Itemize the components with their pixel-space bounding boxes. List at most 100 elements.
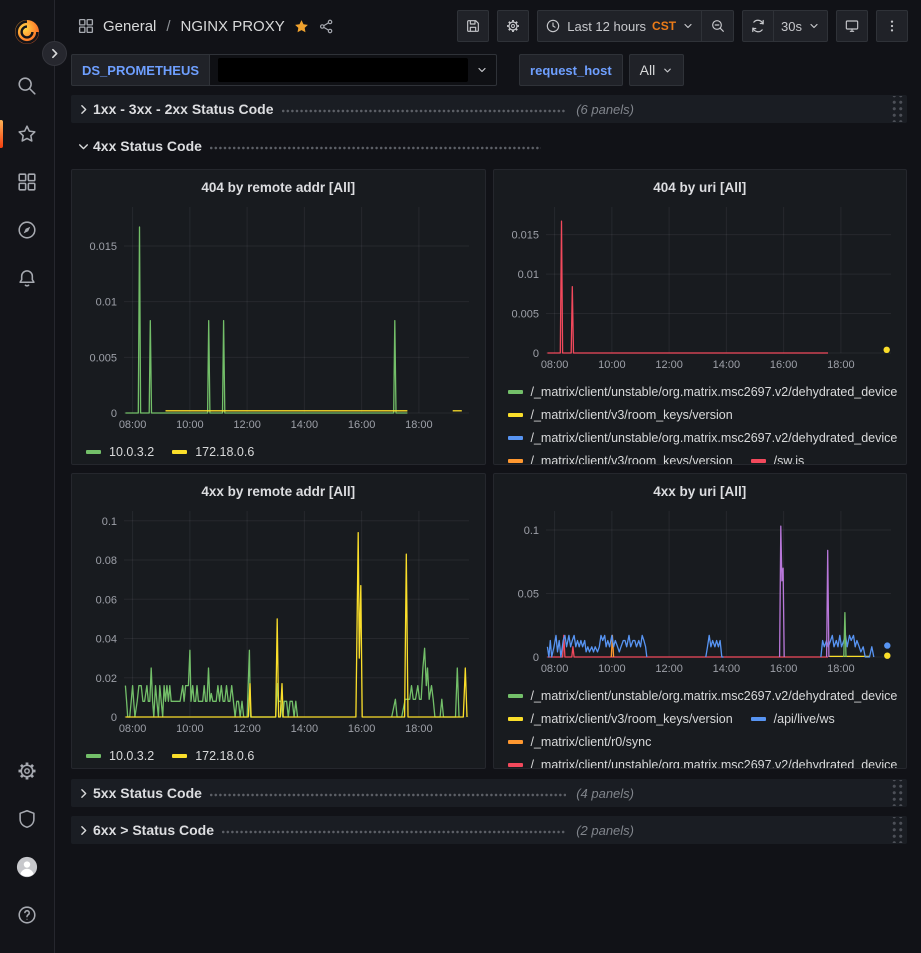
star-filled-icon[interactable]: [293, 18, 310, 35]
legend-item[interactable]: /_matrix/client/v3/room_keys/version: [508, 707, 733, 730]
timeseries-chart[interactable]: 08:0010:0012:0014:0016:0018:0000.020.040…: [80, 503, 477, 739]
legend-item[interactable]: /_matrix/client/r0/sync: [508, 730, 652, 753]
active-section-indicator: [0, 120, 3, 148]
svg-text:10:00: 10:00: [176, 723, 204, 735]
time-range-picker[interactable]: Last 12 hours CST: [537, 10, 702, 42]
svg-text:0.01: 0.01: [517, 269, 538, 281]
legend-item[interactable]: /sw.js: [751, 449, 805, 465]
row-drag-handle[interactable]: [890, 817, 903, 843]
timeseries-chart[interactable]: 08:0010:0012:0014:0016:0018:0000.0050.01…: [502, 199, 899, 375]
breadcrumb-section[interactable]: General: [103, 18, 156, 35]
row-panel-count: (4 panels): [576, 786, 634, 801]
dashboard-settings-button[interactable]: [497, 10, 529, 42]
legend-item[interactable]: /_matrix/client/unstable/org.matrix.msc2…: [508, 380, 898, 403]
panel-title[interactable]: 4xx by uri [All]: [502, 479, 899, 503]
legend-item[interactable]: /_matrix/client/v3/room_keys/version: [508, 403, 733, 426]
legend-swatch: [86, 450, 101, 454]
svg-text:12:00: 12:00: [233, 419, 261, 431]
row-dotted-leader: [210, 141, 541, 155]
datasource-variable-select[interactable]: [210, 54, 497, 86]
row-panel-count: (2 panels): [576, 823, 634, 838]
sidebar-item-explore-compass-icon[interactable]: [7, 210, 47, 250]
chevron-down-icon: [476, 64, 488, 76]
svg-text:0: 0: [111, 712, 117, 724]
row-4xx[interactable]: 4xx Status Code: [71, 132, 907, 160]
svg-text:18:00: 18:00: [405, 419, 433, 431]
search-icon[interactable]: [7, 66, 47, 106]
sidebar: [0, 0, 55, 953]
row-dotted-leader: [222, 825, 566, 839]
svg-text:0.1: 0.1: [523, 525, 538, 537]
grafana-logo[interactable]: [7, 12, 47, 52]
row-dotted-leader: [282, 104, 567, 118]
legend-item[interactable]: /_matrix/client/unstable/org.matrix.msc2…: [508, 684, 898, 707]
refresh-interval-label: 30s: [781, 19, 802, 34]
legend-swatch: [508, 694, 523, 698]
refresh-button[interactable]: [742, 10, 774, 42]
zoom-out-button[interactable]: [702, 10, 734, 42]
legend-item[interactable]: 172.18.0.6: [172, 440, 254, 463]
timeseries-chart[interactable]: 08:0010:0012:0014:0016:0018:0000.0050.01…: [80, 199, 477, 435]
legend-item[interactable]: /_matrix/client/unstable/org.matrix.msc2…: [508, 753, 898, 769]
panel-404-by-uri: 404 by uri [All] 08:0010:0012:0014:0016:…: [493, 169, 908, 465]
svg-text:16:00: 16:00: [348, 723, 376, 735]
svg-text:08:00: 08:00: [119, 723, 147, 735]
kebab-menu-button[interactable]: [876, 10, 908, 42]
svg-text:0.01: 0.01: [96, 297, 117, 309]
tv-mode-button[interactable]: [836, 10, 868, 42]
legend-item[interactable]: 172.18.0.6: [172, 744, 254, 767]
panel-404-by-remote-addr: 404 by remote addr [All] 08:0010:0012:00…: [71, 169, 486, 465]
svg-text:16:00: 16:00: [348, 419, 376, 431]
svg-text:12:00: 12:00: [655, 663, 683, 675]
row-6xx[interactable]: 6xx > Status Code (2 panels): [71, 816, 907, 844]
svg-text:08:00: 08:00: [119, 419, 147, 431]
row-drag-handle[interactable]: [890, 780, 903, 806]
legend-swatch: [508, 390, 523, 394]
chevron-down-icon: [808, 20, 820, 32]
row-title: 1xx - 3xx - 2xx Status Code: [93, 101, 274, 117]
legend-item[interactable]: /_matrix/client/unstable/org.matrix.msc2…: [508, 426, 898, 449]
row-drag-handle[interactable]: [890, 96, 903, 122]
shield-icon[interactable]: [7, 799, 47, 839]
svg-text:12:00: 12:00: [233, 723, 261, 735]
svg-text:16:00: 16:00: [769, 359, 797, 371]
svg-text:16:00: 16:00: [769, 663, 797, 675]
share-icon[interactable]: [318, 18, 335, 35]
host-variable-value: All: [640, 62, 656, 78]
panel-4xx-by-remote-addr: 4xx by remote addr [All] 08:00 10:00 12:00…: [71, 473, 486, 769]
host-variable-select[interactable]: All: [629, 54, 685, 86]
row-1xx-3xx-2xx[interactable]: 1xx - 3xx - 2xx Status Code (6 panels): [71, 95, 907, 123]
timeseries-chart[interactable]: 08:0010:0012:0014:0016:0018:0000.050.1: [502, 503, 899, 679]
chevron-down-icon: [73, 140, 93, 153]
row-title: 5xx Status Code: [93, 785, 202, 801]
row-panel-count: (6 panels): [576, 102, 634, 117]
sidebar-expand-button[interactable]: [42, 41, 67, 66]
panel-title[interactable]: 404 by uri [All]: [502, 175, 899, 199]
svg-text:08:00: 08:00: [540, 663, 568, 675]
svg-text:10:00: 10:00: [598, 359, 626, 371]
svg-text:0: 0: [532, 348, 538, 360]
row-5xx[interactable]: 5xx Status Code (4 panels): [71, 779, 907, 807]
legend-swatch: [172, 754, 187, 758]
gear-icon[interactable]: [7, 751, 47, 791]
svg-text:18:00: 18:00: [405, 723, 433, 735]
panel-title[interactable]: 4xx by remote addr [All]: [80, 479, 477, 503]
user-avatar[interactable]: [7, 847, 47, 887]
svg-text:0: 0: [111, 408, 117, 420]
panel-grid: 404 by remote addr [All] 08:00 10:00 12:00…: [71, 169, 907, 769]
legend-item[interactable]: /_matrix/client/v3/room_keys/version: [508, 449, 733, 465]
svg-text:0.08: 0.08: [96, 555, 117, 567]
sidebar-item-alerting-bell-icon[interactable]: [7, 258, 47, 298]
svg-text:0.005: 0.005: [511, 309, 539, 321]
sidebar-item-dashboards[interactable]: [7, 162, 47, 202]
legend-item[interactable]: /api/live/ws: [751, 707, 835, 730]
legend-item[interactable]: 10.0.3.2: [86, 744, 154, 767]
panel-title[interactable]: 404 by remote addr [All]: [80, 175, 477, 199]
help-icon[interactable]: [7, 895, 47, 935]
legend-item[interactable]: 10.0.3.2: [86, 440, 154, 463]
main-area: General / NGINX PROXY Last 12 hours CST: [55, 0, 921, 953]
svg-text:14:00: 14:00: [712, 663, 740, 675]
refresh-interval-picker[interactable]: 30s: [774, 10, 828, 42]
save-button[interactable]: [457, 10, 489, 42]
sidebar-item-starred[interactable]: [7, 114, 47, 154]
